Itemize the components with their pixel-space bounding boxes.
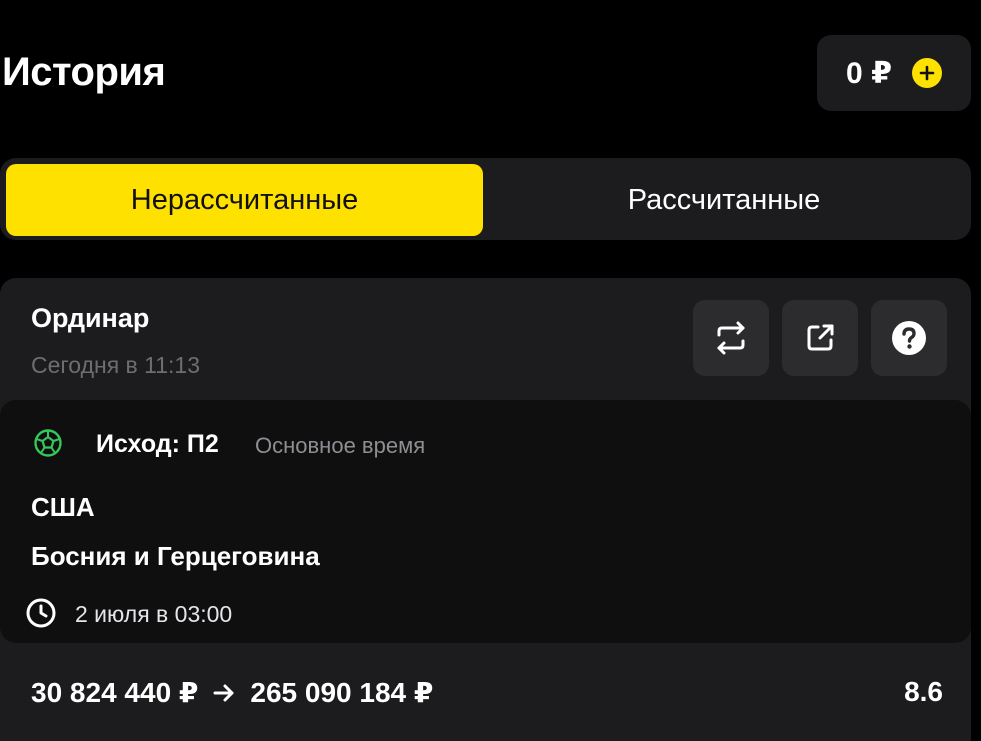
help-icon — [892, 321, 926, 355]
payout-row: 30 824 440 ₽ 265 090 184 ₽ — [31, 676, 433, 709]
repeat-bet-button[interactable] — [693, 300, 769, 376]
bet-period: Основное время — [255, 433, 426, 458]
share-bet-button[interactable] — [782, 300, 858, 376]
clock-icon — [26, 598, 56, 628]
arrow-right-icon — [213, 684, 234, 701]
coefficient: 8.6 — [904, 676, 943, 707]
history-tabs: Нерассчитанные Рассчитанные — [0, 158, 971, 240]
bet-outcome: Исход: П2 — [96, 430, 219, 458]
stake-amount: 30 824 440 ₽ — [31, 677, 199, 708]
tab-settled[interactable]: Рассчитанные — [483, 164, 965, 236]
help-button[interactable] — [871, 300, 947, 376]
potential-win-amount: 265 090 184 ₽ — [250, 677, 434, 708]
share-icon — [807, 324, 834, 351]
bet-date: Сегодня в 11:13 — [31, 352, 200, 378]
plus-circle-icon[interactable] — [911, 58, 942, 88]
repeat-icon — [717, 321, 745, 355]
bet-type: Ординар — [31, 303, 150, 333]
team-away: Босния и Герцеговина — [31, 541, 320, 571]
balance-widget[interactable]: 0 ₽ — [817, 35, 971, 111]
balance-amount: 0 ₽ — [846, 56, 892, 90]
team-home: США — [31, 492, 95, 522]
football-icon — [34, 429, 62, 457]
match-start-time: 2 июля в 03:00 — [75, 601, 233, 627]
page-title: История — [2, 50, 166, 94]
tab-unsettled[interactable]: Нерассчитанные — [6, 164, 483, 236]
